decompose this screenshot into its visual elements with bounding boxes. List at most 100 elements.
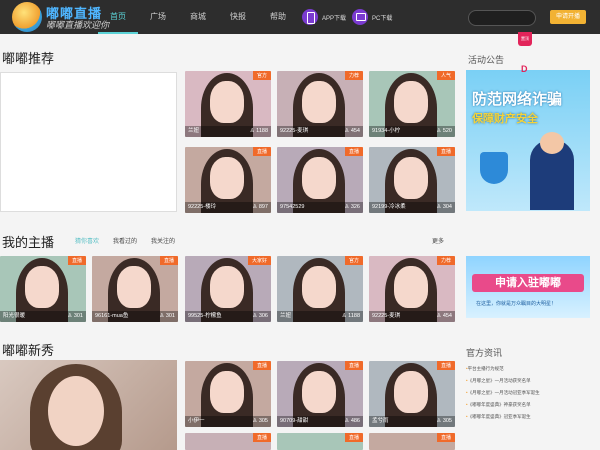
featured-player[interactable] (0, 72, 177, 212)
pin-badge: 置顶 (518, 32, 532, 46)
tab-followed[interactable]: 我关注的 (151, 236, 175, 245)
card-caption: 92199-冷冰柔 ♙ 304 (369, 202, 455, 213)
viewer-count: ♙ 1188 (341, 313, 360, 319)
card-caption: 阳光很暖 ♙ 301 (0, 311, 86, 322)
anchor-card[interactable]: 官方 兰妞 ♙ 1188 (185, 71, 271, 137)
viewer-count: ♙ 306 (252, 313, 268, 319)
banner-line-1: 防范网络诈骗 (472, 91, 563, 108)
card-face (117, 266, 151, 308)
anchor-card[interactable]: 直播 92199-冷冰柔 ♙ 304 (369, 147, 455, 213)
viewer-count-value: 305 (442, 418, 452, 424)
banner-line-2: 保障财产安全 (472, 113, 538, 125)
search-input[interactable] (468, 10, 536, 26)
viewer-count: ♙ 305 (252, 418, 268, 424)
viewer-count-value: 1188 (256, 128, 268, 134)
live-badge: 直播 (252, 433, 271, 442)
section-title-recommend: 嘟嘟推荐 (2, 51, 55, 66)
news-item[interactable]: 《嘟嘟年度盛典》神豪获奖名单 (466, 399, 590, 411)
anchor-card[interactable]: 直播 (369, 433, 455, 450)
live-badge: 官方 (344, 256, 363, 265)
tab-guess-you-like[interactable]: 猜你喜欢 (75, 236, 99, 245)
viewer-count: ♙ 301 (67, 313, 83, 319)
viewer-count: ♙ 454 (436, 313, 452, 319)
anchor-name: 99525-柠檬鱼 (188, 313, 222, 319)
live-badge: 直播 (344, 361, 363, 370)
viewer-count: ♙ 1188 (249, 128, 268, 134)
live-badge: 大家好 (247, 256, 271, 265)
anchor-card[interactable]: 大家好 99525-柠檬鱼 ♙ 306 (185, 256, 271, 322)
news-item[interactable]: 《月嘟之星》一月活动获奖名单 (466, 375, 590, 387)
anchor-name: 97542529 (280, 204, 305, 210)
news-title: 官方资讯 (466, 348, 503, 358)
card-face (302, 266, 336, 308)
anchor-card[interactable]: 直播 (277, 433, 363, 450)
viewer-count: ♙ 304 (436, 204, 452, 210)
top-nav-bar: 嘟嘟直播 嘟嘟直播欢迎你 首页 广场 商城 快报 帮助 APP下载 PC下载 申… (0, 0, 600, 34)
viewer-count-value: 304 (442, 204, 452, 210)
pc-download-button[interactable]: PC下载 (352, 8, 392, 26)
viewer-count: ♙ 486 (344, 418, 360, 424)
anchor-card[interactable]: 力荐 92225-麦琪 ♙ 454 (277, 71, 363, 137)
viewer-count: ♙ 305 (436, 418, 452, 424)
anchor-name: 阳光很暖 (3, 313, 26, 319)
news-item[interactable]: 《嘟嘟年度盛典》冠亚季军诞生 (466, 411, 590, 423)
card-face (302, 81, 336, 123)
nav-help[interactable]: 帮助 (258, 0, 298, 34)
viewer-count-value: 301 (165, 313, 175, 319)
live-badge: 人气 (436, 71, 455, 80)
anchor-card[interactable]: 官方兰妞 ♙ 1188 (277, 256, 363, 322)
news-item[interactable]: 《月嘟之星》一月活动冠亚季军诞生 (466, 387, 590, 399)
anchor-card[interactable]: 直播 96161-mua鱼 ♙ 301 (92, 256, 178, 322)
card-caption: 兰妞 ♙ 1188 (185, 126, 271, 137)
live-badge: 直播 (252, 361, 271, 370)
live-badge: 直播 (67, 256, 86, 265)
card-face (302, 157, 336, 199)
card-caption: 92225-麦琪 ♙ 454 (369, 311, 455, 322)
viewer-count-value: 454 (350, 128, 360, 134)
new-show-featured-thumb[interactable] (0, 360, 177, 450)
anchor-name: 91934-小柠 (372, 128, 401, 134)
anchor-tabs: 猜你喜欢 我看过的 我关注的 (75, 236, 175, 245)
apply-join-banner[interactable]: 申请入驻嘟嘟 在这里，你就是万众瞩目的大明星！ (466, 256, 590, 318)
anchor-name: 92225-麦琪 (280, 128, 309, 134)
card-face (394, 266, 428, 308)
app-download-button[interactable]: APP下载 (302, 8, 346, 26)
live-badge: 直播 (252, 147, 271, 156)
card-caption: 91934-小柠 ♙ 520 (369, 126, 455, 137)
card-caption: 96161-mua鱼 ♙ 301 (92, 311, 178, 322)
viewer-count-value: 1188 (348, 313, 360, 319)
anchor-card[interactable]: 直播 (185, 433, 271, 450)
live-badge: 力荐 (436, 256, 455, 265)
anchor-card[interactable]: 直播 92225-楼玲 ♙ 897 (185, 147, 271, 213)
anchor-card[interactable]: 直播 孟兮雨 ♙ 305 (369, 361, 455, 427)
nav-news[interactable]: 快报 (218, 0, 258, 34)
notice-title: 活动公告 (468, 55, 505, 65)
news-item[interactable]: 平台主播行为规范 (466, 363, 590, 375)
anchor-card[interactable]: 直播 97542529 ♙ 326 (277, 147, 363, 213)
anchor-card[interactable]: 直播 90709-甜甜 ♙ 486 (277, 361, 363, 427)
nav-mall[interactable]: 商城 (178, 0, 218, 34)
anchor-card[interactable]: 直播阳光很暖 ♙ 301 (0, 256, 86, 322)
card-caption: 兰妞 ♙ 1188 (277, 311, 363, 322)
apply-broadcast-button[interactable]: 申请开播 (550, 10, 586, 24)
viewer-count-value: 520 (442, 128, 452, 134)
nav-square[interactable]: 广场 (138, 0, 178, 34)
anchor-card[interactable]: 力荐 92225-麦琪 ♙ 454 (369, 256, 455, 322)
card-caption: 90709-甜甜 ♙ 486 (277, 416, 363, 427)
card-face (210, 371, 244, 413)
viewer-count-value: 305 (258, 418, 268, 424)
anchor-name: 90709-甜甜 (280, 418, 309, 424)
join-banner-title: 申请入驻嘟嘟 (472, 274, 584, 292)
card-face (394, 81, 428, 123)
viewer-count-value: 486 (350, 418, 360, 424)
anchor-card[interactable]: 直播小伊一 ♙ 305 (185, 361, 271, 427)
tab-watched[interactable]: 我看过的 (113, 236, 137, 245)
logo-icon[interactable] (12, 2, 42, 32)
more-link[interactable]: 更多 (432, 236, 444, 245)
anchor-name: 小伊一 (188, 418, 205, 424)
anchor-name: 孟兮雨 (372, 418, 389, 424)
nav-home[interactable]: 首页 (98, 0, 138, 34)
anchor-card[interactable]: 人气 91934-小柠 ♙ 520 (369, 71, 455, 137)
anti-fraud-banner[interactable]: 防范网络诈骗 保障财产安全 (466, 70, 590, 211)
anchor-name: 92199-冷冰柔 (372, 204, 406, 210)
